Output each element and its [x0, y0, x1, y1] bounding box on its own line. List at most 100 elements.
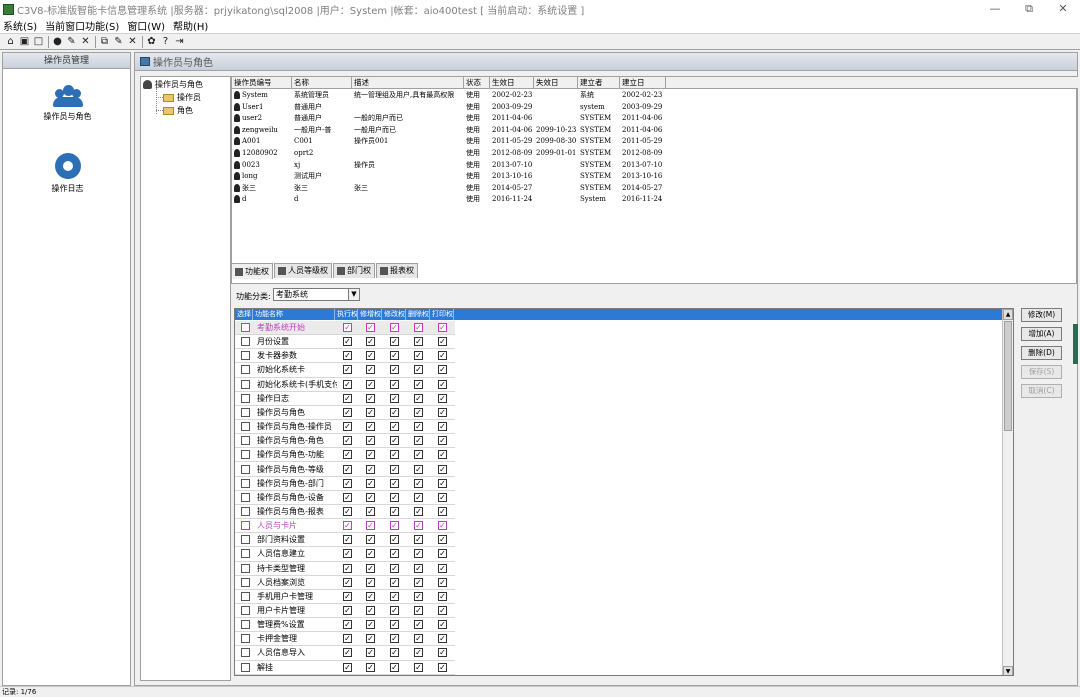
chevron-down-icon[interactable]: ▼	[348, 289, 359, 300]
user-icon[interactable]: ●	[51, 35, 64, 48]
permission-checkbox[interactable]: ✓	[438, 337, 447, 347]
select-checkbox[interactable]	[241, 337, 250, 347]
operator-row[interactable]: User1 普通用户 使用 2003-09-29 system 2003-09-29	[232, 102, 1078, 114]
permission-checkbox[interactable]: ✓	[343, 662, 352, 672]
nav-operators-roles[interactable]: 操作员与角色	[3, 85, 132, 122]
permission-checkbox[interactable]: ✓	[366, 563, 375, 573]
permission-checkbox[interactable]: ✓	[414, 379, 423, 389]
settings-icon[interactable]: ✿	[145, 35, 158, 48]
select-checkbox[interactable]	[241, 450, 250, 460]
permission-checkbox[interactable]: ✓	[438, 535, 447, 545]
select-checkbox[interactable]	[241, 577, 250, 587]
permission-checkbox[interactable]: ✓	[438, 606, 447, 615]
permission-row[interactable]: 持卡类型管理 ✓ ✓ ✓ ✓ ✓	[235, 562, 455, 576]
permission-row[interactable]: 解挂 ✓ ✓ ✓ ✓ ✓	[235, 661, 455, 675]
pencil-icon[interactable]: ✎	[112, 35, 125, 48]
select-checkbox[interactable]	[241, 492, 250, 502]
select-checkbox[interactable]	[241, 634, 250, 644]
permission-checkbox[interactable]: ✓	[414, 591, 423, 601]
permission-checkbox[interactable]: ✓	[438, 492, 447, 502]
menu-window[interactable]: 窗口(W)	[127, 18, 165, 33]
menu-help[interactable]: 帮助(H)	[173, 18, 208, 33]
permission-checkbox[interactable]: ✓	[438, 521, 447, 531]
permission-checkbox[interactable]: ✓	[343, 563, 352, 573]
select-checkbox[interactable]	[241, 478, 250, 488]
permission-checkbox[interactable]: ✓	[414, 634, 423, 644]
select-checkbox[interactable]	[241, 379, 250, 389]
permission-checkbox[interactable]: ✓	[366, 464, 375, 474]
permission-checkbox[interactable]: ✓	[438, 577, 447, 587]
column-header[interactable]: 打印权	[430, 309, 454, 320]
permission-checkbox[interactable]: ✓	[438, 422, 447, 432]
permission-checkbox[interactable]: ✓	[366, 492, 375, 502]
tree-node-roles[interactable]: 角色	[163, 105, 193, 116]
permission-checkbox[interactable]: ✓	[366, 393, 375, 403]
save-button[interactable]: 保存(S)	[1021, 365, 1062, 379]
delete-button[interactable]: 删除(D)	[1021, 346, 1062, 360]
permission-row[interactable]: 人员与卡片 ✓ ✓ ✓ ✓ ✓	[235, 519, 455, 534]
permission-checkbox[interactable]: ✓	[343, 393, 352, 403]
operator-row[interactable]: A001 C001 操作员001 使用 2011-05-29 2099-08-30 SYST…	[232, 136, 1078, 148]
home-icon[interactable]: ⌂	[4, 35, 17, 48]
permission-checkbox[interactable]: ✓	[438, 407, 447, 417]
column-header[interactable]: 描述	[352, 77, 464, 89]
permission-row[interactable]: 操作员与角色-部门 ✓ ✓ ✓ ✓ ✓	[235, 477, 455, 491]
select-checkbox[interactable]	[241, 464, 250, 474]
permission-checkbox[interactable]: ✓	[414, 422, 423, 432]
permission-checkbox[interactable]: ✓	[390, 549, 399, 559]
tab-report-rights[interactable]: 报表权	[376, 263, 418, 278]
permission-checkbox[interactable]: ✓	[414, 620, 423, 630]
permission-checkbox[interactable]: ✓	[343, 577, 352, 587]
permission-checkbox[interactable]: ✓	[414, 337, 423, 347]
save-icon[interactable]: ▣	[18, 35, 31, 48]
help-icon[interactable]: ?	[159, 35, 172, 48]
permission-checkbox[interactable]: ✓	[414, 563, 423, 573]
operator-row[interactable]: user2 普通用户 一般的用户而已 使用 2011-04-06 SYSTEM 2011-0…	[232, 113, 1078, 125]
tab-function-rights[interactable]: 功能权	[231, 263, 273, 279]
operator-row[interactable]: System 系统管理员 统一管理组及用户,具有最高权限 使用 2002-02-23 系统…	[232, 90, 1078, 102]
permission-checkbox[interactable]: ✓	[343, 521, 352, 531]
menu-system[interactable]: 系统(S)	[3, 18, 37, 33]
permission-row[interactable]: 手机用户卡管理 ✓ ✓ ✓ ✓ ✓	[235, 590, 455, 604]
permission-row[interactable]: 初始化系统卡 ✓ ✓ ✓ ✓ ✓	[235, 363, 455, 378]
permission-checkbox[interactable]: ✓	[343, 620, 352, 630]
cancel-icon[interactable]: ✕	[126, 35, 139, 48]
permission-checkbox[interactable]: ✓	[366, 365, 375, 375]
permission-checkbox[interactable]: ✓	[414, 662, 423, 672]
permission-checkbox[interactable]: ✓	[414, 407, 423, 417]
permission-checkbox[interactable]: ✓	[343, 634, 352, 644]
permission-checkbox[interactable]: ✓	[390, 591, 399, 601]
permission-checkbox[interactable]: ✓	[414, 478, 423, 488]
tree-node-root[interactable]: 操作员与角色	[143, 79, 203, 90]
column-header[interactable]: 功能名称	[253, 309, 335, 320]
permission-checkbox[interactable]: ✓	[438, 379, 447, 389]
permission-checkbox[interactable]: ✓	[343, 506, 352, 516]
permission-checkbox[interactable]: ✓	[366, 506, 375, 516]
permission-checkbox[interactable]: ✓	[366, 436, 375, 446]
column-header[interactable]: 修增权	[358, 309, 382, 320]
permission-checkbox[interactable]: ✓	[438, 620, 447, 630]
permission-checkbox[interactable]: ✓	[390, 464, 399, 474]
select-checkbox[interactable]	[241, 620, 250, 630]
column-header[interactable]: 修改权	[382, 309, 406, 320]
permission-checkbox[interactable]: ✓	[366, 379, 375, 389]
permission-checkbox[interactable]: ✓	[414, 492, 423, 502]
select-checkbox[interactable]	[241, 365, 250, 375]
permission-grid-scrollbar[interactable]: ▲ ▼	[1002, 309, 1013, 675]
permission-checkbox[interactable]: ✓	[438, 634, 447, 644]
permission-checkbox[interactable]: ✓	[390, 506, 399, 516]
permission-checkbox[interactable]: ✓	[366, 648, 375, 658]
permission-checkbox[interactable]: ✓	[343, 591, 352, 601]
permission-checkbox[interactable]: ✓	[343, 648, 352, 658]
permission-checkbox[interactable]: ✓	[366, 323, 375, 332]
permission-checkbox[interactable]: ✓	[414, 549, 423, 559]
restore-button[interactable]: ⧉	[1012, 0, 1046, 18]
permission-checkbox[interactable]: ✓	[390, 379, 399, 389]
permission-checkbox[interactable]: ✓	[366, 407, 375, 417]
cancel-button[interactable]: 取消(C)	[1021, 384, 1062, 398]
permission-checkbox[interactable]: ✓	[438, 648, 447, 658]
permission-row[interactable]: 月份设置 ✓ ✓ ✓ ✓ ✓	[235, 335, 455, 350]
category-select[interactable]: 考勤系统 ▼	[273, 288, 360, 301]
permission-checkbox[interactable]: ✓	[438, 591, 447, 601]
column-header[interactable]: 删除权	[406, 309, 430, 320]
